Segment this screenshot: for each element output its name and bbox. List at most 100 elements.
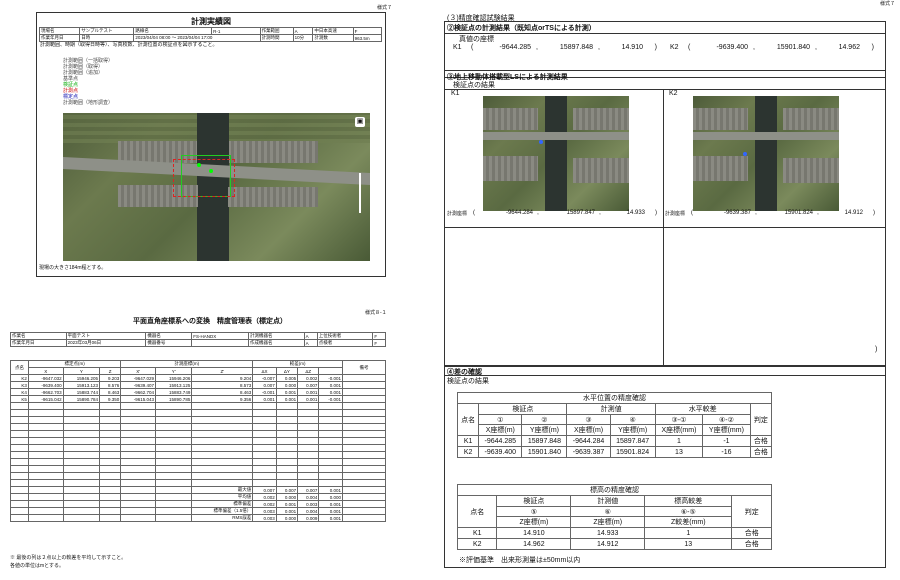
cell bbox=[297, 402, 320, 410]
cell bbox=[120, 430, 157, 438]
cell bbox=[342, 444, 386, 452]
building-roof bbox=[693, 156, 748, 181]
map-legend: 計測範囲（一括取得） 計測範囲（取得） 計測範囲（追加） 基準点 検証点 計測点… bbox=[63, 58, 143, 107]
building-roof bbox=[693, 108, 748, 130]
building-roof bbox=[783, 158, 839, 183]
cell bbox=[62, 458, 100, 466]
cell bbox=[27, 430, 64, 438]
cell bbox=[98, 458, 122, 466]
cell: 現場名 bbox=[38, 27, 81, 35]
cell: 0.001 bbox=[297, 395, 320, 403]
cell: 0.002 bbox=[297, 374, 320, 382]
k2-measured: 計測座標 ( -9639.387 , 15901.824 , 14.912 ) bbox=[665, 210, 875, 217]
building-roof bbox=[483, 156, 538, 181]
header-cell: ① bbox=[478, 414, 523, 425]
cell: 0.001 bbox=[275, 388, 299, 396]
cell bbox=[275, 423, 299, 431]
zoom-slider[interactable] bbox=[359, 173, 361, 213]
point-name: K2 bbox=[670, 44, 679, 51]
header-cell: ⑥ bbox=[570, 506, 646, 517]
cell bbox=[342, 388, 386, 396]
header-cell: ③-① bbox=[654, 414, 704, 425]
x-value: -9639.400 bbox=[716, 44, 748, 51]
cell bbox=[275, 444, 299, 452]
cell bbox=[120, 402, 157, 410]
cell bbox=[275, 458, 299, 466]
cell bbox=[297, 437, 320, 445]
header-cell: Y' bbox=[155, 367, 193, 375]
cell: 0.007 bbox=[252, 381, 277, 389]
stat-value: 0.003 bbox=[252, 507, 277, 515]
header-cell: ② bbox=[521, 414, 568, 425]
cell bbox=[10, 507, 29, 515]
cell bbox=[62, 409, 100, 417]
cell bbox=[275, 472, 299, 480]
cell bbox=[155, 416, 193, 424]
stat-value: 0.007 bbox=[252, 486, 277, 494]
cell bbox=[155, 500, 193, 508]
cell bbox=[342, 374, 386, 382]
table-row bbox=[10, 479, 386, 487]
cell: 15901.840 bbox=[521, 446, 568, 458]
cell: 9.356 bbox=[191, 395, 254, 403]
header-cell: ΔZ bbox=[297, 367, 320, 375]
stat-label: 最大値 bbox=[191, 486, 254, 494]
table-row bbox=[10, 402, 386, 410]
stat-value: 0.001 bbox=[318, 507, 343, 515]
cell bbox=[98, 507, 122, 515]
cell: K4 bbox=[10, 388, 29, 396]
layer-icon[interactable]: ▣ bbox=[355, 117, 365, 127]
cell: K2 bbox=[456, 446, 480, 458]
cell bbox=[155, 423, 193, 431]
cell bbox=[297, 423, 320, 431]
stat-value: 0.000 bbox=[318, 493, 343, 501]
header-cell: 点名 bbox=[456, 495, 498, 528]
cell bbox=[98, 472, 122, 480]
cell bbox=[155, 514, 193, 522]
cell bbox=[155, 472, 193, 480]
cell bbox=[191, 479, 254, 487]
x-value: -9639.387 bbox=[723, 210, 751, 216]
cell: 963.5m bbox=[352, 34, 383, 42]
cell: -9662.704 bbox=[120, 388, 157, 396]
cell bbox=[10, 500, 29, 508]
cell bbox=[342, 514, 386, 522]
cell bbox=[27, 458, 64, 466]
cell bbox=[342, 486, 386, 494]
cell bbox=[342, 423, 386, 431]
cell: 作業範囲 bbox=[259, 27, 294, 35]
cell: 9.350 bbox=[98, 395, 122, 403]
x-value: -9644.285 bbox=[499, 44, 531, 51]
stat-value: 0.004 bbox=[297, 493, 320, 501]
stat-row: 平均値 0.002 0.000 0.004 0.000 bbox=[10, 493, 386, 501]
point-label: K2 bbox=[669, 90, 678, 97]
building-roof bbox=[573, 108, 629, 130]
header-cell: Z座標(m) bbox=[496, 516, 572, 528]
cell: A bbox=[303, 332, 318, 340]
legend-item: 計測範囲（地形調査） bbox=[63, 100, 114, 106]
cell bbox=[342, 430, 386, 438]
cell bbox=[275, 451, 299, 459]
cell: K5 bbox=[10, 395, 29, 403]
table-row: K2 -9647.032 15946.205 9.203 -9647.029 15946.… bbox=[10, 374, 386, 382]
aerial-map[interactable]: ▣ bbox=[63, 113, 370, 261]
cell bbox=[191, 472, 254, 480]
cell bbox=[275, 430, 299, 438]
point-label: K1 bbox=[451, 90, 460, 97]
cell: A bbox=[303, 339, 318, 347]
header-cell: X座標(mm) bbox=[654, 424, 704, 436]
cell bbox=[62, 507, 100, 515]
cell bbox=[98, 514, 122, 522]
cell bbox=[98, 486, 122, 494]
cell bbox=[27, 451, 64, 459]
stat-label: RMS誤差 bbox=[191, 514, 254, 522]
cell bbox=[120, 472, 157, 480]
cell bbox=[62, 493, 100, 501]
cell bbox=[27, 444, 64, 452]
cell: 15897.848 bbox=[521, 435, 568, 447]
accuracy-table: 点名 標定点(m) 計測座標(m) 較差(m) 備考 X Y Z X' Y' Z… bbox=[10, 360, 386, 522]
sheet-title: 計測実績図 bbox=[191, 17, 231, 26]
cell bbox=[252, 437, 277, 445]
river-channel bbox=[755, 96, 777, 211]
cell: 路線名 bbox=[133, 27, 213, 35]
